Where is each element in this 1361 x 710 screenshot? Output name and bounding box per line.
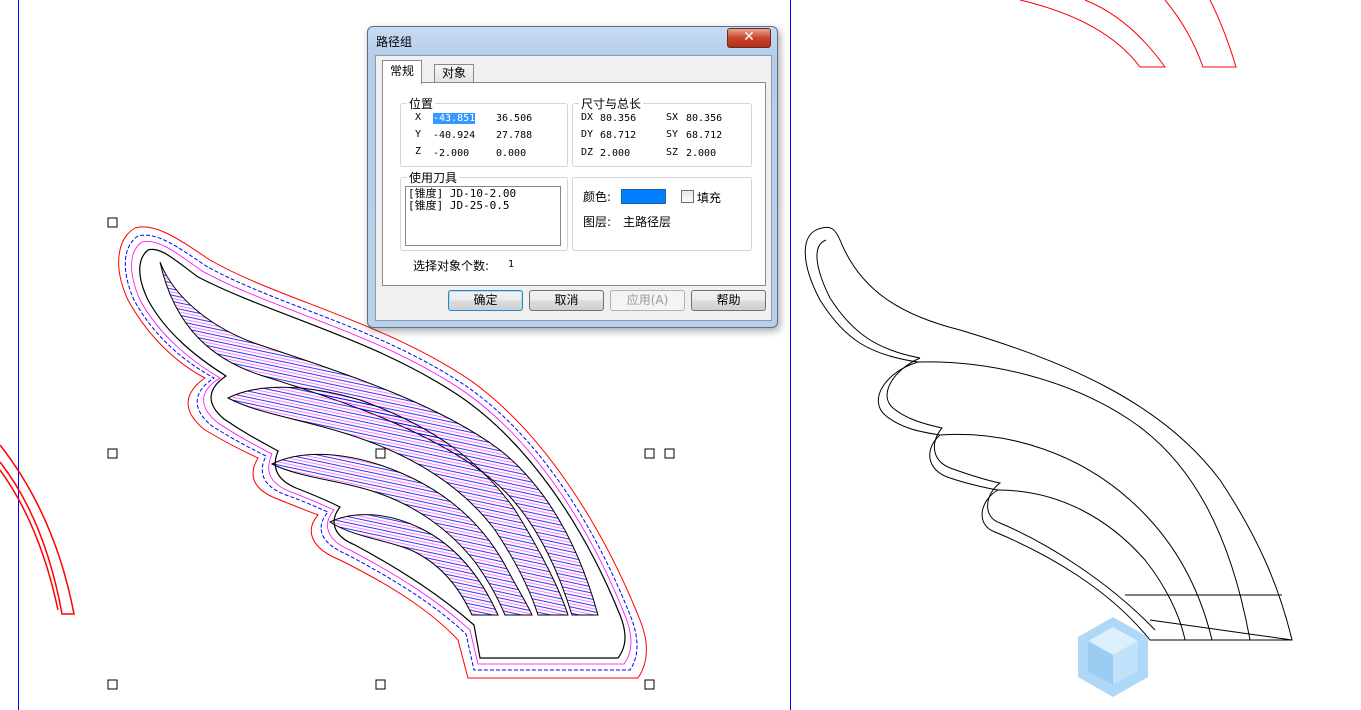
handle-bottom-right [644,679,655,690]
pos-z-value1[interactable]: -2.000 [433,148,469,159]
color-label: 颜色: [583,190,612,204]
size-sz-label: SZ [666,147,679,158]
handle-bottom-left [107,679,118,690]
dialog-titlebar[interactable]: 路径组 ✕ [368,27,777,53]
tools-list[interactable]: [锥度] JD-10-2.00 [锥度] JD-25-0.5 [405,186,561,246]
app-cube-icon [1078,617,1148,697]
close-icon: ✕ [743,29,755,45]
close-button[interactable]: ✕ [727,28,771,48]
handle-center [375,448,386,459]
fill-checkbox[interactable] [681,190,694,203]
general-tab-panel: 位置 X -43.851 36.506 Y -40.924 27.788 Z -… [382,82,766,286]
handle-mid-right [644,448,655,459]
appearance-group: 颜色: 填充 图层: 主路径层 [572,177,752,251]
dialog-title: 路径组 [376,35,413,49]
size-dy-value: 68.712 [600,130,637,141]
size-sy-value[interactable]: 68.712 [686,130,722,141]
size-group: 尺寸与总长 DX 80.356 SX 80.356 DY 68.712 SY 6… [572,95,752,167]
ok-button[interactable]: 确定 [448,290,523,311]
tab-objects[interactable]: 对象 [434,64,475,83]
size-sz-value[interactable]: 2.000 [686,148,716,159]
pos-x-value1[interactable]: -43.851 [433,113,476,124]
tab-general[interactable]: 常规 [382,60,423,84]
selection-count-label: 选择对象个数: [413,259,490,273]
pos-z-value2[interactable]: 0.000 [496,148,526,159]
dialog-client: 常规 对象 位置 X -43.851 36.506 Y -40.924 27.7… [375,55,772,321]
size-dz-label: DZ [581,147,594,158]
partial-arc-top-right [1019,0,1237,68]
size-dx-value: 80.356 [600,113,637,124]
partial-arc-left [0,444,75,615]
layer-label: 图层: [583,215,612,229]
selection-count-value: 1 [508,259,515,270]
tools-group: 使用刀具 [锥度] JD-10-2.00 [锥度] JD-25-0.5 [400,169,568,251]
position-group-label: 位置 [407,95,436,112]
cancel-button[interactable]: 取消 [529,290,604,311]
pos-y-value2[interactable]: 27.788 [496,130,532,141]
size-dz-value: 2.000 [600,148,631,159]
size-sx-value[interactable]: 80.356 [686,113,722,124]
fill-label[interactable]: 填充 [697,189,721,206]
color-swatch[interactable] [621,189,666,204]
size-sy-label: SY [666,129,679,140]
pos-y-value1[interactable]: -40.924 [433,130,475,141]
handle-pivot [664,448,675,459]
size-dy-label: DY [581,129,594,140]
path-group-dialog[interactable]: 路径组 ✕ 常规 对象 位置 X -43.851 36.506 Y -40.92… [367,26,778,328]
tool-list-item[interactable]: [锥度] JD-25-0.5 [408,200,558,212]
pos-x-label: X [415,112,422,123]
apply-button[interactable]: 应用(A) [610,290,685,311]
handle-bottom-center [375,679,386,690]
position-group: 位置 X -43.851 36.506 Y -40.924 27.788 Z -… [400,95,568,167]
handle-mid-left [107,448,118,459]
size-group-label: 尺寸与总长 [579,95,644,112]
size-dx-label: DX [581,112,594,123]
wing-outline-right[interactable] [804,226,1293,641]
pos-x-value2[interactable]: 36.506 [496,113,532,124]
help-button[interactable]: 帮助 [691,290,766,311]
layer-value: 主路径层 [623,215,672,229]
size-sx-label: SX [666,112,679,123]
tools-group-label: 使用刀具 [407,169,460,186]
pos-z-label: Z [415,146,422,157]
handle-top-left [107,217,118,228]
pos-y-label: Y [415,129,422,140]
